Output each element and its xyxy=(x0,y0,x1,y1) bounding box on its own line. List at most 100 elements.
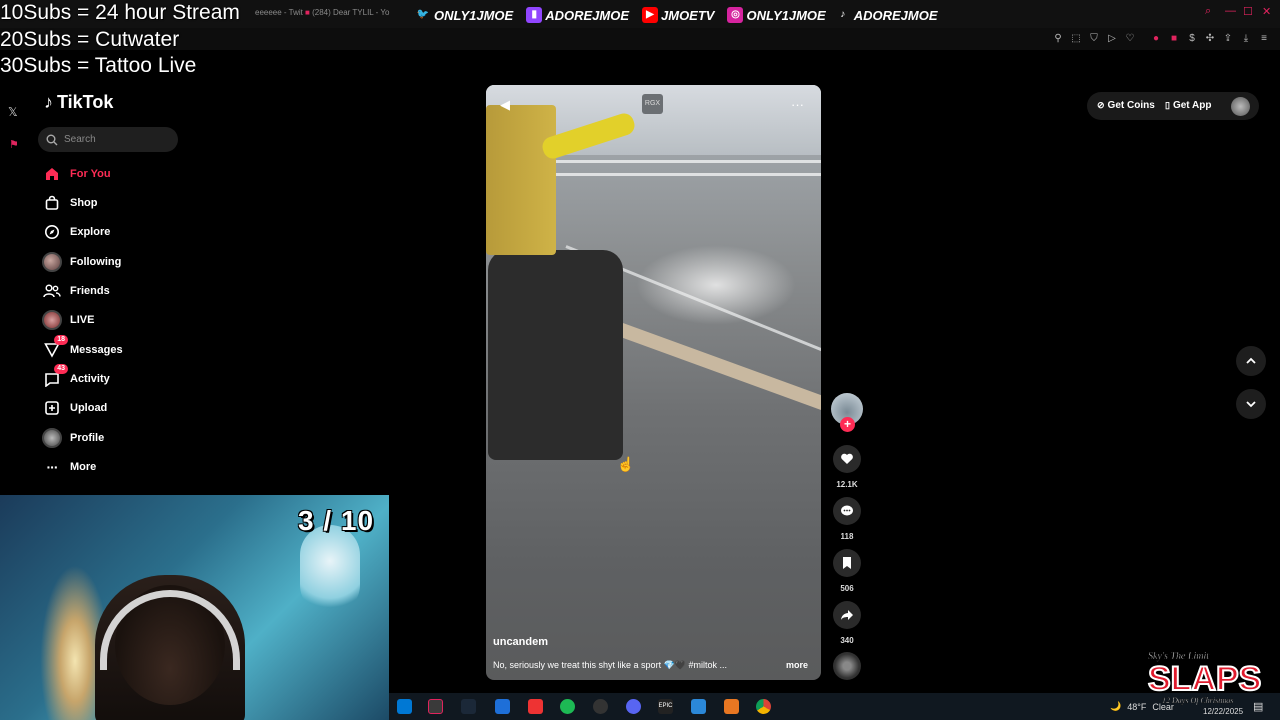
friends-icon xyxy=(40,279,64,303)
share-icon[interactable]: ⇪ xyxy=(1222,33,1234,45)
puzzle-icon[interactable]: ✣ xyxy=(1204,33,1216,45)
save-count: 506 xyxy=(840,584,854,593)
chevron-up-icon xyxy=(1246,357,1256,364)
tiktok-logo[interactable]: ♪ TikTok xyxy=(44,92,113,113)
nav-label: For You xyxy=(70,168,111,180)
tiktok-wordmark: TikTok xyxy=(57,92,114,112)
bookmark-icon xyxy=(843,557,851,569)
compass-icon xyxy=(40,220,64,244)
heart-icon[interactable]: ♡ xyxy=(1124,33,1136,45)
music-disc[interactable] xyxy=(833,652,861,680)
deck-line xyxy=(546,160,821,163)
nav-for-you[interactable]: For You xyxy=(40,162,111,186)
obs-icon[interactable] xyxy=(593,699,608,714)
nav-activity[interactable]: 43 Activity xyxy=(40,364,110,391)
video-options-icon[interactable]: ··· xyxy=(791,97,804,112)
ellipsis-icon: ··· xyxy=(46,459,59,475)
browser-tab[interactable]: ■ (284) Dear TYLIL - Yo xyxy=(305,8,389,17)
rating-counter: 3 / 10 xyxy=(298,505,375,536)
search-placeholder: Search xyxy=(64,134,96,145)
discord-icon[interactable] xyxy=(626,699,641,714)
mouse-cursor: ☝ xyxy=(617,456,635,472)
deck-line xyxy=(556,173,821,176)
twitch-icon: ▮ xyxy=(526,7,543,23)
nav-more[interactable]: ··· More xyxy=(40,455,97,479)
app-icon[interactable] xyxy=(691,699,706,714)
like-count: 12.1K xyxy=(836,480,858,489)
user-avatar[interactable] xyxy=(1231,97,1250,116)
nav-upload[interactable]: Upload xyxy=(40,396,107,420)
chrome-canary-icon[interactable] xyxy=(528,699,543,714)
download-icon[interactable]: ⤓ xyxy=(1240,33,1252,45)
nav-live[interactable]: LIVE xyxy=(40,308,94,332)
adblock-icon[interactable]: ● xyxy=(1150,33,1162,45)
next-video-button[interactable] xyxy=(1236,389,1266,419)
save-button[interactable] xyxy=(833,549,861,577)
mute-icon[interactable]: ◀ xyxy=(500,97,510,113)
avatar xyxy=(42,310,62,330)
store-icon[interactable] xyxy=(495,699,510,714)
share-count: 340 xyxy=(840,636,854,645)
home-icon xyxy=(40,162,64,186)
previous-video-button[interactable] xyxy=(1236,346,1266,376)
app-icon[interactable] xyxy=(724,699,739,714)
close-icon[interactable]: ✕ xyxy=(1262,5,1271,18)
twitter-icon: 🐦 xyxy=(416,9,430,20)
video-caption: No, seriously we treat this shyt like a … xyxy=(493,660,727,670)
like-button[interactable] xyxy=(833,445,861,473)
inbox-icon: 43 xyxy=(40,364,68,391)
nav-profile[interactable]: Profile xyxy=(40,426,104,450)
shop-bag-icon xyxy=(40,191,64,215)
search-icon[interactable]: ⌕ xyxy=(1205,5,1211,18)
maximize-icon[interactable]: ☐ xyxy=(1243,5,1253,18)
extension-icon[interactable]: ■ xyxy=(1168,33,1180,45)
social-handle: ONLY1JMOE xyxy=(746,7,826,23)
nav-label: More xyxy=(70,461,97,473)
send-icon: 18 xyxy=(40,335,68,362)
get-app-button[interactable]: ▯ Get App xyxy=(1165,100,1211,111)
following-avatar-wrap xyxy=(40,250,64,274)
share-button[interactable] xyxy=(833,601,861,629)
nav-shop[interactable]: Shop xyxy=(40,191,98,215)
video-player[interactable]: RGX ◀ ··· uncandem No, seriously we trea… xyxy=(486,85,821,680)
browser-tab[interactable]: eeeeee - Twit xyxy=(255,8,303,17)
nav-following[interactable]: Following xyxy=(40,250,121,274)
video-username[interactable]: uncandem xyxy=(493,636,548,648)
nav-label: Friends xyxy=(70,285,110,297)
instagram-icon: ◎ xyxy=(727,7,744,23)
sub-goal: 20Subs = Cutwater xyxy=(0,27,180,51)
chrome-icon[interactable] xyxy=(756,699,771,714)
pin-icon[interactable]: ⚲ xyxy=(1052,33,1064,45)
get-coins-button[interactable]: ⊘ Get Coins xyxy=(1097,100,1155,111)
play-icon[interactable]: ▷ xyxy=(1106,33,1118,45)
comment-button[interactable] xyxy=(833,497,861,525)
sailor-jersey xyxy=(486,105,556,255)
steam-icon[interactable] xyxy=(461,699,476,714)
opera-icon[interactable] xyxy=(428,699,443,714)
nav-explore[interactable]: Explore xyxy=(40,220,110,244)
snowman-decoration xyxy=(300,525,360,615)
chevron-down-icon xyxy=(1246,401,1256,408)
bookmark-icon[interactable]: ⚑ xyxy=(9,138,19,151)
social-handle: ADOREJMOE xyxy=(853,7,938,23)
nav-friends[interactable]: Friends xyxy=(40,279,110,303)
menu-icon[interactable]: ≡ xyxy=(1258,33,1270,45)
screenshot-icon[interactable]: ⬚ xyxy=(1070,33,1082,45)
nav-label: Messages xyxy=(70,344,123,356)
x-icon[interactable]: 𝕏 xyxy=(8,105,18,119)
spotify-icon[interactable] xyxy=(560,699,575,714)
youtube-icon: ▶ xyxy=(642,7,659,23)
epic-games-icon[interactable]: EPIC xyxy=(658,699,673,714)
nav-messages[interactable]: 18 Messages xyxy=(40,335,123,362)
nav-label: Upload xyxy=(70,402,108,414)
minimize-icon[interactable]: — xyxy=(1225,5,1236,17)
follow-button[interactable]: + xyxy=(840,417,855,432)
tiktok-note-icon: ♪ xyxy=(44,92,53,112)
outlook-icon[interactable] xyxy=(397,699,412,714)
search-input[interactable]: Search xyxy=(38,127,178,152)
dollar-icon[interactable]: $ xyxy=(1186,33,1198,45)
shield-icon[interactable]: ⛉ xyxy=(1088,33,1100,45)
social-handles: 🐦 ONLY1JMOE ▮ ADOREJMOE ▶ JMOETV ◎ ONLY1… xyxy=(415,6,938,24)
nav-label: LIVE xyxy=(70,314,95,326)
caption-more-link[interactable]: more xyxy=(786,660,808,670)
